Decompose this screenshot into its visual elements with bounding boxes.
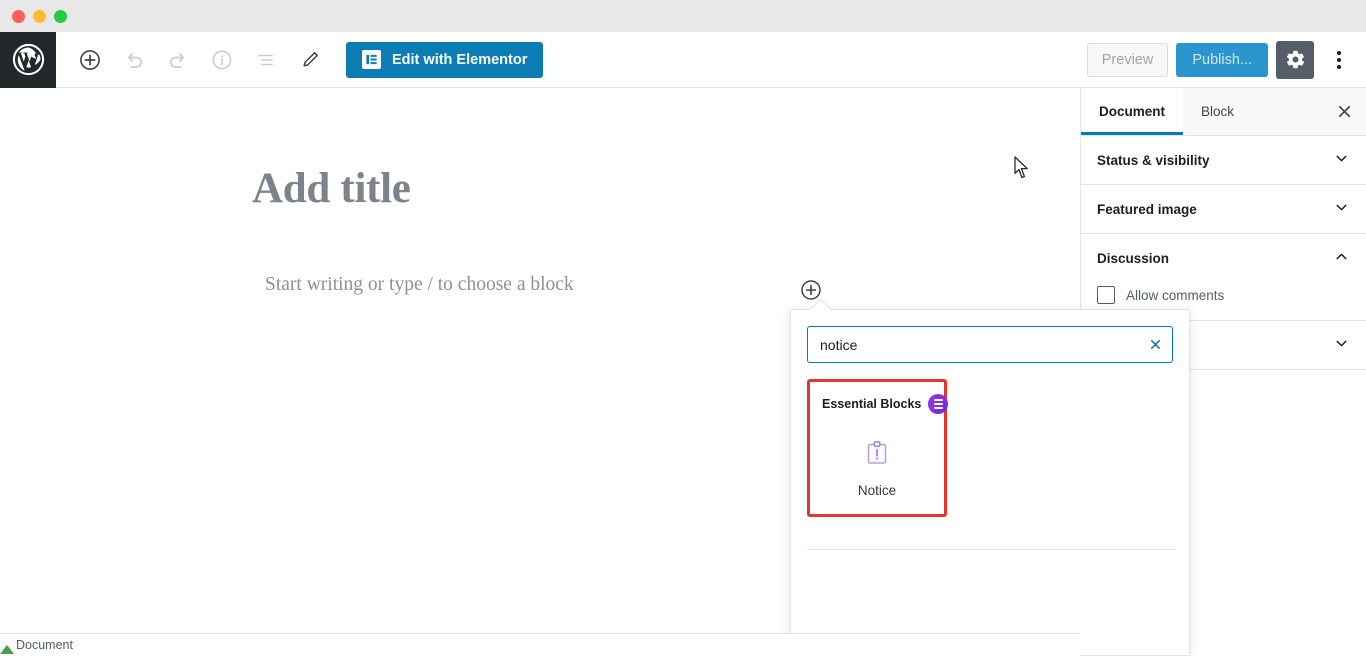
inserter-search-wrap bbox=[791, 310, 1189, 379]
inserter-results: Essential Blocks Notice bbox=[791, 379, 1189, 517]
panel-status-visibility-header[interactable]: Status & visibility bbox=[1081, 136, 1366, 184]
list-view-icon[interactable] bbox=[251, 45, 281, 75]
add-block-icon[interactable] bbox=[75, 45, 105, 75]
panel-discussion-header[interactable]: Discussion bbox=[1081, 234, 1366, 282]
statusbar-label: Document bbox=[16, 638, 73, 652]
essential-blocks-logo-icon bbox=[928, 394, 948, 414]
panel-discussion[interactable]: Discussion Allow comments bbox=[1081, 234, 1366, 321]
chevron-down-icon bbox=[1333, 335, 1350, 355]
window-titlebar bbox=[0, 0, 1366, 32]
tab-document[interactable]: Document bbox=[1081, 88, 1183, 135]
panel-status-visibility[interactable]: Status & visibility bbox=[1081, 136, 1366, 185]
chevron-down-icon bbox=[1333, 150, 1350, 170]
edit-with-elementor-button[interactable]: Edit with Elementor bbox=[346, 42, 543, 78]
window-maximize-button[interactable] bbox=[54, 10, 67, 23]
panel-discussion-label: Discussion bbox=[1097, 251, 1333, 266]
block-item-notice[interactable]: Notice bbox=[810, 414, 944, 514]
info-icon[interactable] bbox=[207, 45, 237, 75]
category-title: Essential Blocks bbox=[822, 397, 921, 411]
popover-arrow bbox=[810, 299, 832, 310]
more-options-icon[interactable] bbox=[1322, 41, 1356, 79]
editor-toolbar: Edit with Elementor Preview Publish... bbox=[0, 32, 1366, 88]
panel-status-visibility-label: Status & visibility bbox=[1097, 153, 1333, 168]
tab-block[interactable]: Block bbox=[1183, 88, 1252, 135]
paragraph-placeholder[interactable]: Start writing or type / to choose a bloc… bbox=[265, 274, 574, 296]
clear-search-icon[interactable] bbox=[1138, 327, 1172, 362]
app-root: Edit with Elementor Preview Publish... A… bbox=[0, 0, 1366, 656]
publish-button[interactable]: Publish... bbox=[1176, 43, 1268, 77]
chevron-down-icon bbox=[1333, 199, 1350, 219]
allow-comments-row[interactable]: Allow comments bbox=[1097, 286, 1350, 304]
post-title-placeholder[interactable]: Add title bbox=[252, 164, 411, 213]
editor-statusbar: Document bbox=[0, 633, 1080, 656]
search-input[interactable] bbox=[808, 327, 1138, 362]
sidebar-tabs: Document Block bbox=[1081, 88, 1366, 136]
category-essential-blocks: Essential Blocks Notice bbox=[807, 379, 947, 517]
redo-icon[interactable] bbox=[163, 45, 193, 75]
block-inserter-popover: Essential Blocks Notice bbox=[790, 309, 1190, 656]
popover-divider bbox=[807, 549, 1175, 550]
panel-featured-image[interactable]: Featured image bbox=[1081, 185, 1366, 234]
chevron-up-icon bbox=[1333, 248, 1350, 268]
wordpress-logo-icon[interactable] bbox=[0, 32, 56, 88]
allow-comments-checkbox[interactable] bbox=[1097, 286, 1115, 304]
inserter-search-field[interactable] bbox=[807, 326, 1173, 363]
category-header[interactable]: Essential Blocks bbox=[810, 390, 944, 414]
settings-gear-icon[interactable] bbox=[1276, 41, 1314, 79]
allow-comments-label[interactable]: Allow comments bbox=[1126, 288, 1224, 303]
pencil-icon[interactable] bbox=[295, 45, 325, 75]
preview-button[interactable]: Preview bbox=[1087, 43, 1169, 77]
panel-featured-image-header[interactable]: Featured image bbox=[1081, 185, 1366, 233]
block-item-notice-label: Notice bbox=[858, 483, 896, 498]
corner-marker-icon bbox=[0, 645, 14, 654]
sidebar-close-icon[interactable] bbox=[1322, 88, 1366, 135]
elementor-icon bbox=[362, 50, 381, 69]
toolbar-tools bbox=[75, 45, 325, 75]
toolbar-actions: Preview Publish... bbox=[1087, 41, 1366, 79]
clipboard-alert-icon bbox=[865, 440, 889, 469]
undo-icon[interactable] bbox=[119, 45, 149, 75]
panel-featured-image-label: Featured image bbox=[1097, 202, 1333, 217]
window-minimize-button[interactable] bbox=[33, 10, 46, 23]
window-close-button[interactable] bbox=[12, 10, 25, 23]
edit-with-elementor-label: Edit with Elementor bbox=[392, 52, 527, 68]
